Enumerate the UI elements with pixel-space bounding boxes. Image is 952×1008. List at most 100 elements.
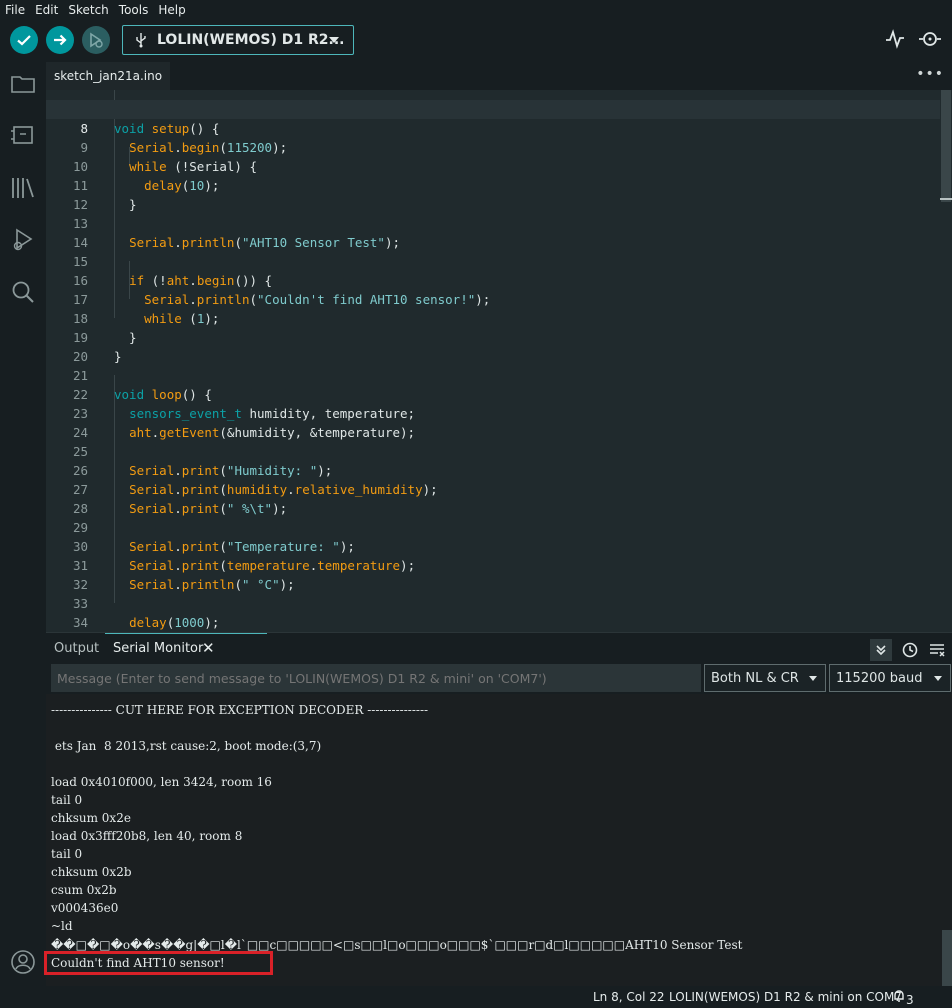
serial-line: --------------- CUT HERE FOR EXCEPTION D… xyxy=(51,703,429,717)
line-ending-value: Both NL & CR xyxy=(711,670,799,686)
debug-icon xyxy=(13,228,33,251)
line-ending-select[interactable]: Both NL & CR xyxy=(704,664,826,692)
chevron-double-down-icon xyxy=(876,645,886,656)
chevron-down-icon xyxy=(934,676,942,681)
serial-line: csum 0x2b xyxy=(51,883,117,897)
code-editor[interactable]: 7 void setup() { 8 Serial.begin(115200);… xyxy=(46,90,952,632)
board-port-status: LOLIN(WEMOS) D1 R2 & mini on COM7 xyxy=(669,990,902,1004)
menu-bar: File Edit Sketch Tools Help xyxy=(0,0,952,20)
serial-message-input[interactable] xyxy=(51,664,701,692)
autoscroll-button[interactable] xyxy=(870,639,892,661)
menu-edit[interactable]: Edit xyxy=(30,0,63,20)
upload-button[interactable] xyxy=(46,26,74,54)
serial-line: chksum 0x2e xyxy=(51,811,131,825)
avatar-icon xyxy=(11,950,35,974)
menu-sketch[interactable]: Sketch xyxy=(63,0,113,20)
folder-icon xyxy=(11,76,35,93)
code-line: 34 } xyxy=(72,615,88,630)
serial-output[interactable]: --------------- CUT HERE FOR EXCEPTION D… xyxy=(46,694,952,986)
more-icon[interactable]: ••• xyxy=(916,66,944,82)
notifications-button[interactable]: 3 xyxy=(892,989,914,1007)
highlight-annotation xyxy=(44,951,273,975)
board-selector[interactable]: LOLIN(WEMOS) D1 R2... xyxy=(122,25,354,55)
serial-monitor-button[interactable] xyxy=(918,28,942,54)
code-line: 33 delay(1000); xyxy=(72,596,220,630)
close-icon[interactable]: ✕ xyxy=(202,639,215,657)
code-line: 24 xyxy=(72,425,88,440)
code-line: 18 } xyxy=(72,311,137,345)
code-line: 25 Serial.print("Humidity: "); xyxy=(72,444,333,478)
tab-output[interactable]: Output xyxy=(54,641,99,656)
tab-serial-monitor[interactable]: Serial Monitor xyxy=(113,641,203,656)
timestamp-button[interactable] xyxy=(899,639,921,661)
arrow-right-icon xyxy=(54,34,67,46)
code-line: 29 Serial.print("Temperature: "); xyxy=(72,520,355,554)
boards-manager-button[interactable] xyxy=(9,121,37,149)
message-row: Both NL & CR 115200 baud xyxy=(46,664,952,694)
verify-button[interactable] xyxy=(10,26,38,54)
code-line: 31 Serial.println(" °C"); xyxy=(72,558,295,592)
code-line: 14 xyxy=(72,235,88,250)
menu-file[interactable]: File xyxy=(0,0,30,20)
bell-icon xyxy=(894,990,904,1002)
code-line: 15 if (!aht.begin()) { xyxy=(72,254,273,288)
tab-label: sketch_jan21a.ino xyxy=(54,69,163,83)
code-line: 16 Serial.println("Couldn't find AHT10 s… xyxy=(72,273,491,307)
sketchbook-button[interactable] xyxy=(9,70,37,98)
cursor-position: Ln 8, Col 22 xyxy=(593,990,665,1004)
serial-plotter-button[interactable] xyxy=(884,28,906,54)
editor-scrollbar[interactable] xyxy=(940,90,952,632)
debug-icon xyxy=(90,32,103,48)
code-line: 20 xyxy=(72,349,88,364)
serial-line: load 0x3fff20b8, len 40, room 8 xyxy=(51,829,243,843)
debug-button[interactable] xyxy=(82,26,110,54)
serial-line: v000436e0 xyxy=(51,901,119,915)
code-line: 32 xyxy=(72,577,88,592)
check-icon xyxy=(17,35,31,46)
code-line: 8 Serial.begin(115200); xyxy=(46,100,940,155)
code-line: 26 Serial.print(humidity.relative_humidi… xyxy=(72,463,438,497)
code-line: 22 sensors_event_t humidity, temperature… xyxy=(72,387,416,421)
scrollbar-thumb[interactable] xyxy=(941,90,951,202)
clear-list-icon xyxy=(930,644,945,657)
serial-scrollbar[interactable] xyxy=(942,930,952,986)
board-icon xyxy=(11,126,33,144)
code-line: 12 xyxy=(72,197,88,212)
code-line: 13 Serial.println("AHT10 Sensor Test"); xyxy=(72,216,401,250)
code-line: 23 aht.getEvent(&humidity, &temperature)… xyxy=(72,406,416,440)
serial-line: ~ld xyxy=(51,919,73,933)
library-manager-button[interactable] xyxy=(9,174,37,202)
usb-icon xyxy=(136,33,146,48)
active-tab-indicator xyxy=(105,633,267,634)
chevron-down-icon xyxy=(329,37,339,43)
serial-line: load 0x4010f000, len 3424, room 16 xyxy=(51,775,272,789)
serial-line: ets Jan 8 2013,rst cause:2, boot mode:(3… xyxy=(51,739,322,753)
magnifier-icon xyxy=(919,32,941,46)
search-icon xyxy=(12,281,34,303)
code-line: 28 xyxy=(72,501,88,516)
code-line: 10 delay(10); xyxy=(72,159,220,193)
clock-icon xyxy=(902,642,918,658)
code-line: 11 } xyxy=(72,178,137,212)
menu-tools[interactable]: Tools xyxy=(114,0,154,20)
code-line: 21 void loop() { xyxy=(72,368,212,402)
code-line: 30 Serial.print(temperature.temperature)… xyxy=(72,539,416,573)
editor-tabbar: sketch_jan21a.ino ••• xyxy=(46,62,952,90)
menu-help[interactable]: Help xyxy=(153,0,190,20)
panel-tabbar: Output Serial Monitor ✕ xyxy=(46,632,952,664)
status-bar: Ln 8, Col 22 LOLIN(WEMOS) D1 R2 & mini o… xyxy=(0,986,952,1008)
serial-line: tail 0 xyxy=(51,793,83,807)
tab-sketch[interactable]: sketch_jan21a.ino xyxy=(46,62,171,90)
code-line: 9 while (!Serial) { xyxy=(80,140,258,174)
baud-rate-value: 115200 baud xyxy=(836,670,923,686)
clear-output-button[interactable] xyxy=(926,639,948,661)
library-icon xyxy=(12,178,34,198)
account-button[interactable] xyxy=(9,948,37,976)
search-button[interactable] xyxy=(9,278,37,306)
plotter-icon xyxy=(886,29,904,49)
baud-rate-select[interactable]: 115200 baud xyxy=(829,664,951,692)
debug-panel-button[interactable] xyxy=(9,226,37,254)
code-line: 27 Serial.print(" %\t"); xyxy=(72,482,288,516)
toolbar: LOLIN(WEMOS) D1 R2... xyxy=(0,20,952,62)
notification-count: 3 xyxy=(906,993,914,1007)
